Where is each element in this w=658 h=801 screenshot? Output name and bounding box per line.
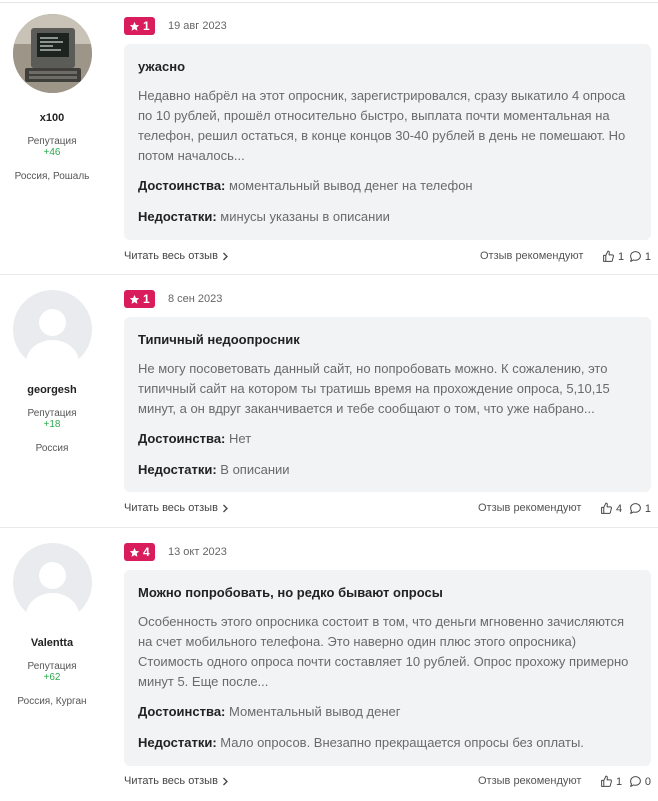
comment-count: 0 [644, 775, 651, 788]
pros-label: Достоинства: [138, 431, 226, 446]
reputation-label: Репутация [27, 136, 77, 147]
pros: Достоинства: моментальный вывод денег на… [138, 178, 638, 193]
like-count: 1 [618, 250, 625, 263]
chevron-right-icon [222, 252, 228, 260]
rating-badge: 4 [124, 543, 155, 561]
review-card[interactable]: Можно попробовать, но редко бывают опрос… [124, 570, 651, 766]
read-more-label: Читать весь отзыв [124, 250, 218, 262]
cons-text: В описании [220, 462, 290, 477]
cons-label: Недостатки: [138, 735, 217, 750]
cons-text: Мало опросов. Внезапно прекращается опро… [220, 735, 584, 750]
review-footer: Читать весь отзыв Отзыв рекомендуют 1 0 [124, 775, 651, 791]
review-title[interactable]: Можно попробовать, но редко бывают опрос… [138, 585, 443, 600]
comment-icon [630, 503, 641, 514]
review-excerpt: Не могу посоветовать данный сайт, но поп… [138, 361, 610, 416]
review-date: 19 авг 2023 [168, 20, 227, 32]
avatar[interactable] [13, 290, 92, 369]
avatar[interactable] [13, 14, 92, 93]
cons-label: Недостатки: [138, 462, 217, 477]
pros: Достоинства: Нет [138, 431, 638, 446]
cons: Недостатки: В описании [138, 462, 638, 477]
pros-label: Достоинства: [138, 704, 226, 719]
read-full-review-link[interactable]: Читать весь отзыв [124, 502, 229, 514]
star-icon [129, 294, 140, 304]
comment-icon [630, 251, 641, 262]
chevron-right-icon [222, 777, 228, 785]
author-name[interactable]: Valentta [0, 637, 104, 649]
review-excerpt: Недавно набрёл на этот опросник, зарегис… [138, 88, 626, 163]
author-location: Россия, Курган [17, 696, 87, 707]
read-full-review-link[interactable]: Читать весь отзыв [124, 775, 229, 787]
rating-value: 4 [143, 545, 150, 559]
pros-text: Нет [229, 431, 252, 446]
read-full-review-link[interactable]: Читать весь отзыв [124, 250, 229, 262]
author-name[interactable]: x100 [0, 112, 104, 124]
author-name[interactable]: georgesh [0, 384, 104, 396]
reputation-value: +46 [43, 147, 61, 158]
recommend-label: Отзыв рекомендуют [478, 775, 582, 787]
pros: Достоинства: Моментальный вывод денег [138, 704, 638, 719]
author-location: Россия [35, 443, 69, 454]
review-excerpt: Особенность этого опросника состоит в то… [138, 614, 629, 689]
computer-photo-avatar [13, 14, 92, 93]
author-location: Россия, Рошаль [14, 171, 90, 182]
review-footer: Читать весь отзыв Отзыв рекомендуют 1 1 [124, 250, 651, 266]
pros-text: Моментальный вывод денег [229, 704, 401, 719]
comments-button[interactable]: 1 [629, 250, 651, 263]
thumbs-up-icon [603, 250, 614, 262]
comment-count: 1 [644, 250, 651, 263]
chevron-right-icon [222, 504, 228, 512]
reputation-label: Репутация [27, 408, 77, 419]
comment-count: 1 [644, 502, 651, 515]
like-button[interactable]: 4 [600, 502, 622, 515]
rating-badge: 1 [124, 290, 155, 308]
review-title[interactable]: ужасно [138, 59, 185, 74]
review-card[interactable]: ужасно Недавно набрёл на этот опросник, … [124, 44, 651, 240]
like-button[interactable]: 1 [602, 250, 624, 263]
cons: Недостатки: минусы указаны в описании [138, 209, 638, 224]
top-divider [0, 2, 658, 3]
review-divider [0, 274, 658, 275]
thumbs-up-icon [601, 502, 612, 514]
reputation-value: +62 [43, 672, 61, 683]
like-button[interactable]: 1 [600, 775, 622, 788]
review-footer: Читать весь отзыв Отзыв рекомендуют 4 1 [124, 502, 651, 518]
avatar[interactable] [13, 543, 92, 622]
recommend-label: Отзыв рекомендуют [478, 502, 582, 514]
comments-button[interactable]: 1 [629, 502, 651, 515]
read-more-label: Читать весь отзыв [124, 502, 218, 514]
star-icon [129, 21, 140, 31]
review-title[interactable]: Типичный недоопросник [138, 332, 300, 347]
cons-text: минусы указаны в описании [220, 209, 390, 224]
reputation-label: Репутация [27, 661, 77, 672]
rating-value: 1 [143, 19, 150, 33]
cons-label: Недостатки: [138, 209, 217, 224]
pros-text: моментальный вывод денег на телефон [229, 178, 473, 193]
pros-label: Достоинства: [138, 178, 226, 193]
review-date: 13 окт 2023 [168, 546, 227, 558]
comments-button[interactable]: 0 [629, 775, 651, 788]
star-icon [129, 547, 140, 557]
cons: Недостатки: Мало опросов. Внезапно прекр… [138, 735, 638, 750]
review-divider [0, 527, 658, 528]
review-date: 8 сен 2023 [168, 293, 223, 305]
like-count: 1 [616, 775, 623, 788]
comment-icon [630, 776, 641, 787]
recommend-label: Отзыв рекомендуют [480, 250, 584, 262]
rating-value: 1 [143, 292, 150, 306]
like-count: 4 [616, 502, 623, 515]
thumbs-up-icon [601, 775, 612, 787]
read-more-label: Читать весь отзыв [124, 775, 218, 787]
reputation-value: +18 [43, 419, 61, 430]
review-card[interactable]: Типичный недоопросник Не могу посоветова… [124, 317, 651, 492]
rating-badge: 1 [124, 17, 155, 35]
